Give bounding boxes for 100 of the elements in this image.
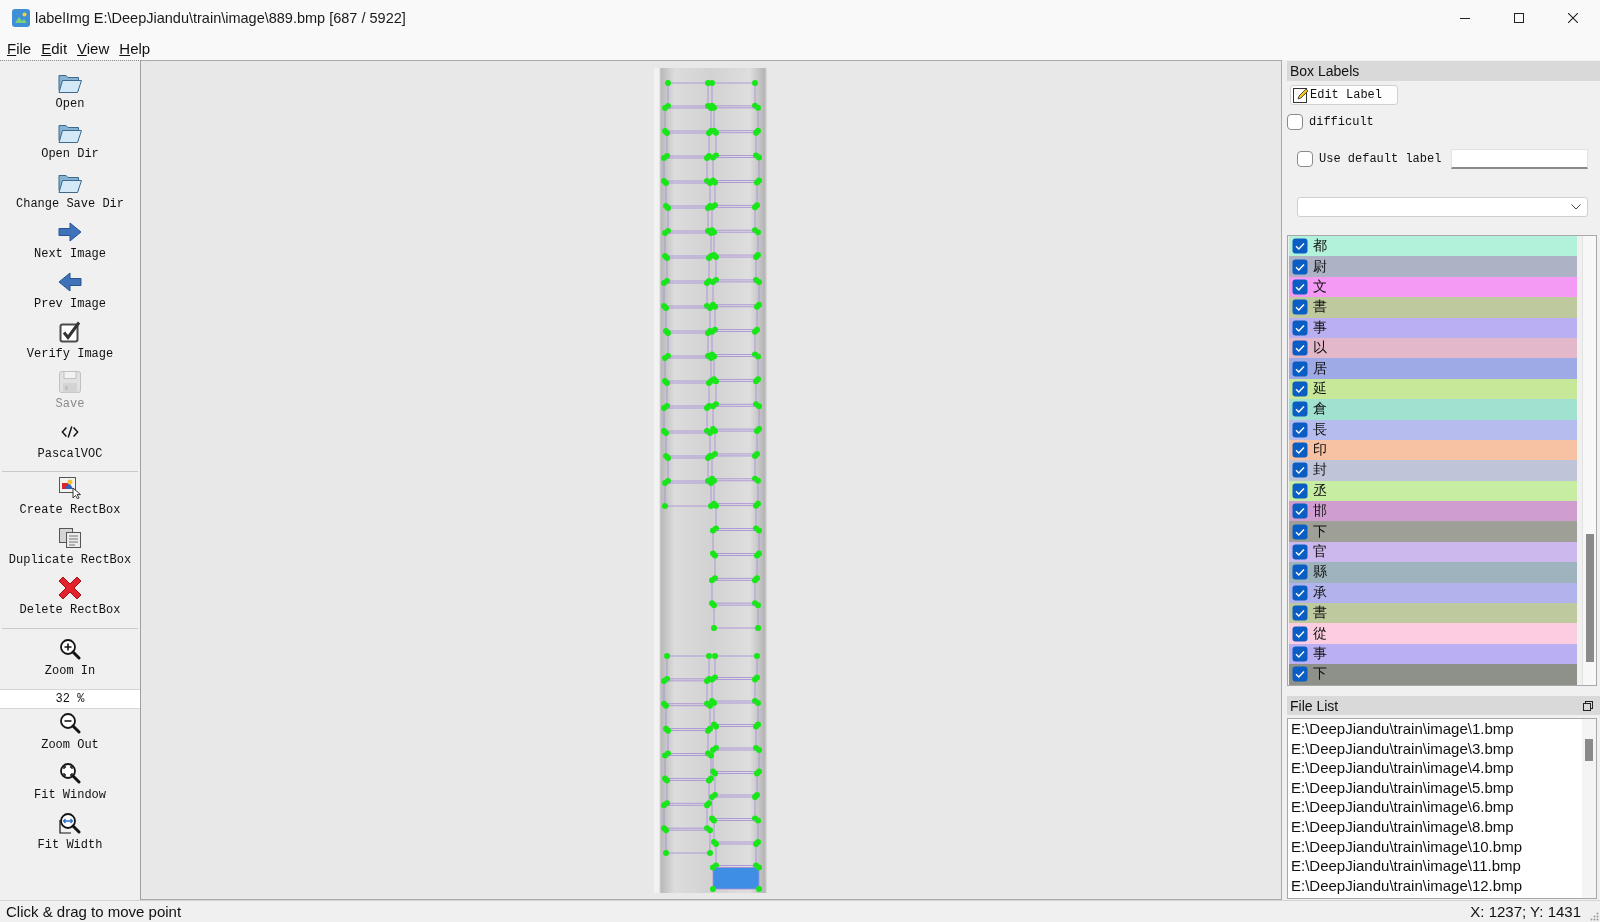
checkbox[interactable] bbox=[1292, 625, 1308, 642]
bounding-box[interactable] bbox=[665, 79, 711, 109]
default-label-field[interactable] bbox=[1451, 149, 1589, 169]
checkbox[interactable] bbox=[1292, 421, 1308, 438]
checkbox[interactable] bbox=[1292, 401, 1308, 418]
toolbar-button[interactable]: Open bbox=[0, 68, 140, 118]
bounding-box[interactable] bbox=[712, 551, 760, 581]
bounding-box[interactable] bbox=[713, 840, 759, 868]
bounding-box[interactable] bbox=[710, 278, 762, 308]
bounding-box[interactable] bbox=[713, 253, 759, 283]
file-list-item[interactable]: E:\DeepJiandu\train\image\10.bmp bbox=[1288, 837, 1582, 858]
bounding-box[interactable] bbox=[661, 154, 710, 184]
label-list-item[interactable]: 事 bbox=[1289, 317, 1577, 338]
toolbar-button[interactable]: Zoom In bbox=[0, 635, 140, 685]
label-list-item[interactable]: 書 bbox=[1289, 297, 1577, 318]
bounding-box[interactable] bbox=[662, 752, 714, 781]
checkbox[interactable] bbox=[1292, 319, 1308, 336]
bounding-box[interactable] bbox=[662, 229, 714, 259]
bounding-box[interactable] bbox=[710, 527, 762, 556]
bounding-box[interactable] bbox=[662, 479, 714, 509]
label-list-item[interactable]: 倉 bbox=[1289, 399, 1577, 420]
bounding-box[interactable] bbox=[709, 576, 758, 606]
label-list-item[interactable]: 下 bbox=[1289, 664, 1577, 685]
bounding-box[interactable] bbox=[663, 826, 713, 856]
checkbox[interactable] bbox=[1292, 278, 1308, 295]
bounding-box[interactable] bbox=[662, 354, 714, 384]
checkbox[interactable] bbox=[1292, 340, 1308, 357]
label-list-item[interactable]: 居 bbox=[1289, 358, 1577, 379]
label-list-item[interactable]: 印 bbox=[1289, 439, 1577, 461]
bounding-box[interactable] bbox=[712, 427, 760, 457]
checkbox[interactable] bbox=[1292, 605, 1308, 622]
menu-item[interactable]: View bbox=[72, 38, 115, 58]
label-list-item[interactable]: 承 bbox=[1289, 582, 1577, 604]
bounding-box[interactable] bbox=[712, 303, 760, 333]
bounding-box[interactable] bbox=[663, 304, 713, 334]
zoom-field[interactable]: 32 % bbox=[0, 689, 140, 709]
bounding-box[interactable] bbox=[711, 601, 761, 631]
file-list-item[interactable]: E:\DeepJiandu\train\image\8.bmp bbox=[1288, 817, 1582, 838]
bounding-box[interactable] bbox=[665, 204, 711, 234]
toolbar-button[interactable]: Verify Image bbox=[0, 318, 140, 368]
label-combobox[interactable] bbox=[1297, 197, 1588, 217]
bounding-box[interactable] bbox=[710, 746, 762, 774]
file-list-item[interactable]: E:\DeepJiandu\train\image\6.bmp bbox=[1288, 798, 1582, 818]
label-list-item[interactable]: 書 bbox=[1289, 603, 1577, 624]
checkbox[interactable] bbox=[1292, 544, 1308, 561]
label-list-item[interactable]: 文 bbox=[1289, 276, 1577, 298]
label-list-item[interactable]: 縣 bbox=[1289, 562, 1577, 583]
label-list-item[interactable]: 封 bbox=[1289, 460, 1577, 481]
checkbox[interactable] bbox=[1292, 646, 1308, 662]
toolbar-button[interactable]: Duplicate RectBox bbox=[0, 524, 140, 574]
label-list-item[interactable]: 丞 bbox=[1289, 480, 1577, 502]
file-list-item[interactable]: E:\DeepJiandu\train\image\5.bmp bbox=[1288, 778, 1582, 799]
bounding-box[interactable] bbox=[710, 864, 762, 892]
bounding-box[interactable] bbox=[664, 652, 712, 682]
toolbar-button[interactable]: Delete RectBox bbox=[0, 574, 140, 624]
bounding-box[interactable] bbox=[709, 793, 758, 821]
bounding-box[interactable] bbox=[661, 279, 710, 309]
checkbox[interactable] bbox=[1292, 584, 1308, 601]
checkbox[interactable] bbox=[1292, 380, 1308, 397]
checkbox[interactable] bbox=[1287, 114, 1303, 130]
label-list-item[interactable]: 長 bbox=[1289, 419, 1577, 440]
label-list-item[interactable]: 尉 bbox=[1289, 256, 1577, 277]
bounding-box[interactable] bbox=[664, 379, 712, 409]
toolbar-button[interactable]: PascalVOC bbox=[0, 418, 140, 468]
toolbar-button[interactable]: Create RectBox bbox=[0, 474, 140, 524]
checkbox[interactable] bbox=[1292, 258, 1308, 275]
label-list-item[interactable]: 事 bbox=[1289, 643, 1577, 665]
file-list-item[interactable]: E:\DeepJiandu\train\image\12.bmp bbox=[1288, 876, 1582, 897]
bounding-box[interactable] bbox=[661, 801, 710, 831]
bounding-box[interactable] bbox=[664, 254, 712, 284]
bounding-box[interactable] bbox=[665, 727, 711, 756]
bounding-box[interactable] bbox=[713, 377, 759, 407]
bounding-box[interactable] bbox=[710, 402, 762, 432]
bounding-box[interactable] bbox=[663, 429, 713, 459]
toolbar-button[interactable]: Next Image bbox=[0, 218, 140, 268]
file-list-item[interactable]: E:\DeepJiandu\train\image\3.bmp bbox=[1288, 739, 1582, 760]
menu-item[interactable]: Help bbox=[114, 38, 156, 58]
menu-item[interactable]: Edit bbox=[36, 38, 73, 58]
bounding-box[interactable] bbox=[665, 454, 711, 484]
edit-label-button[interactable]: Edit Label bbox=[1290, 85, 1398, 105]
toolbar-button[interactable]: Zoom Out bbox=[0, 709, 140, 759]
checkbox[interactable] bbox=[1292, 564, 1308, 581]
bounding-box[interactable] bbox=[713, 129, 759, 159]
toolbar-button[interactable]: Prev Image bbox=[0, 268, 140, 318]
file-list-item[interactable]: E:\DeepJiandu\train\image\11.bmp bbox=[1288, 857, 1582, 877]
label-list-item[interactable]: 下 bbox=[1289, 521, 1577, 542]
checkbox[interactable] bbox=[1292, 299, 1308, 316]
bounding-box[interactable] bbox=[711, 699, 761, 727]
bounding-box[interactable] bbox=[664, 776, 712, 806]
label-list-item[interactable]: 都 bbox=[1289, 236, 1577, 257]
bounding-box[interactable] bbox=[664, 129, 712, 159]
file-list-item[interactable]: E:\DeepJiandu\train\image\4.bmp bbox=[1288, 759, 1582, 779]
scrollbar-thumb[interactable] bbox=[1585, 534, 1594, 662]
label-list-item[interactable]: 官 bbox=[1289, 541, 1577, 563]
bounding-box[interactable] bbox=[662, 104, 714, 134]
checkbox[interactable] bbox=[1297, 151, 1313, 167]
checkbox[interactable] bbox=[1292, 462, 1308, 479]
checkbox[interactable] bbox=[1292, 482, 1308, 499]
checkbox[interactable] bbox=[1292, 503, 1308, 520]
scrollbar-thumb[interactable] bbox=[1585, 739, 1593, 761]
